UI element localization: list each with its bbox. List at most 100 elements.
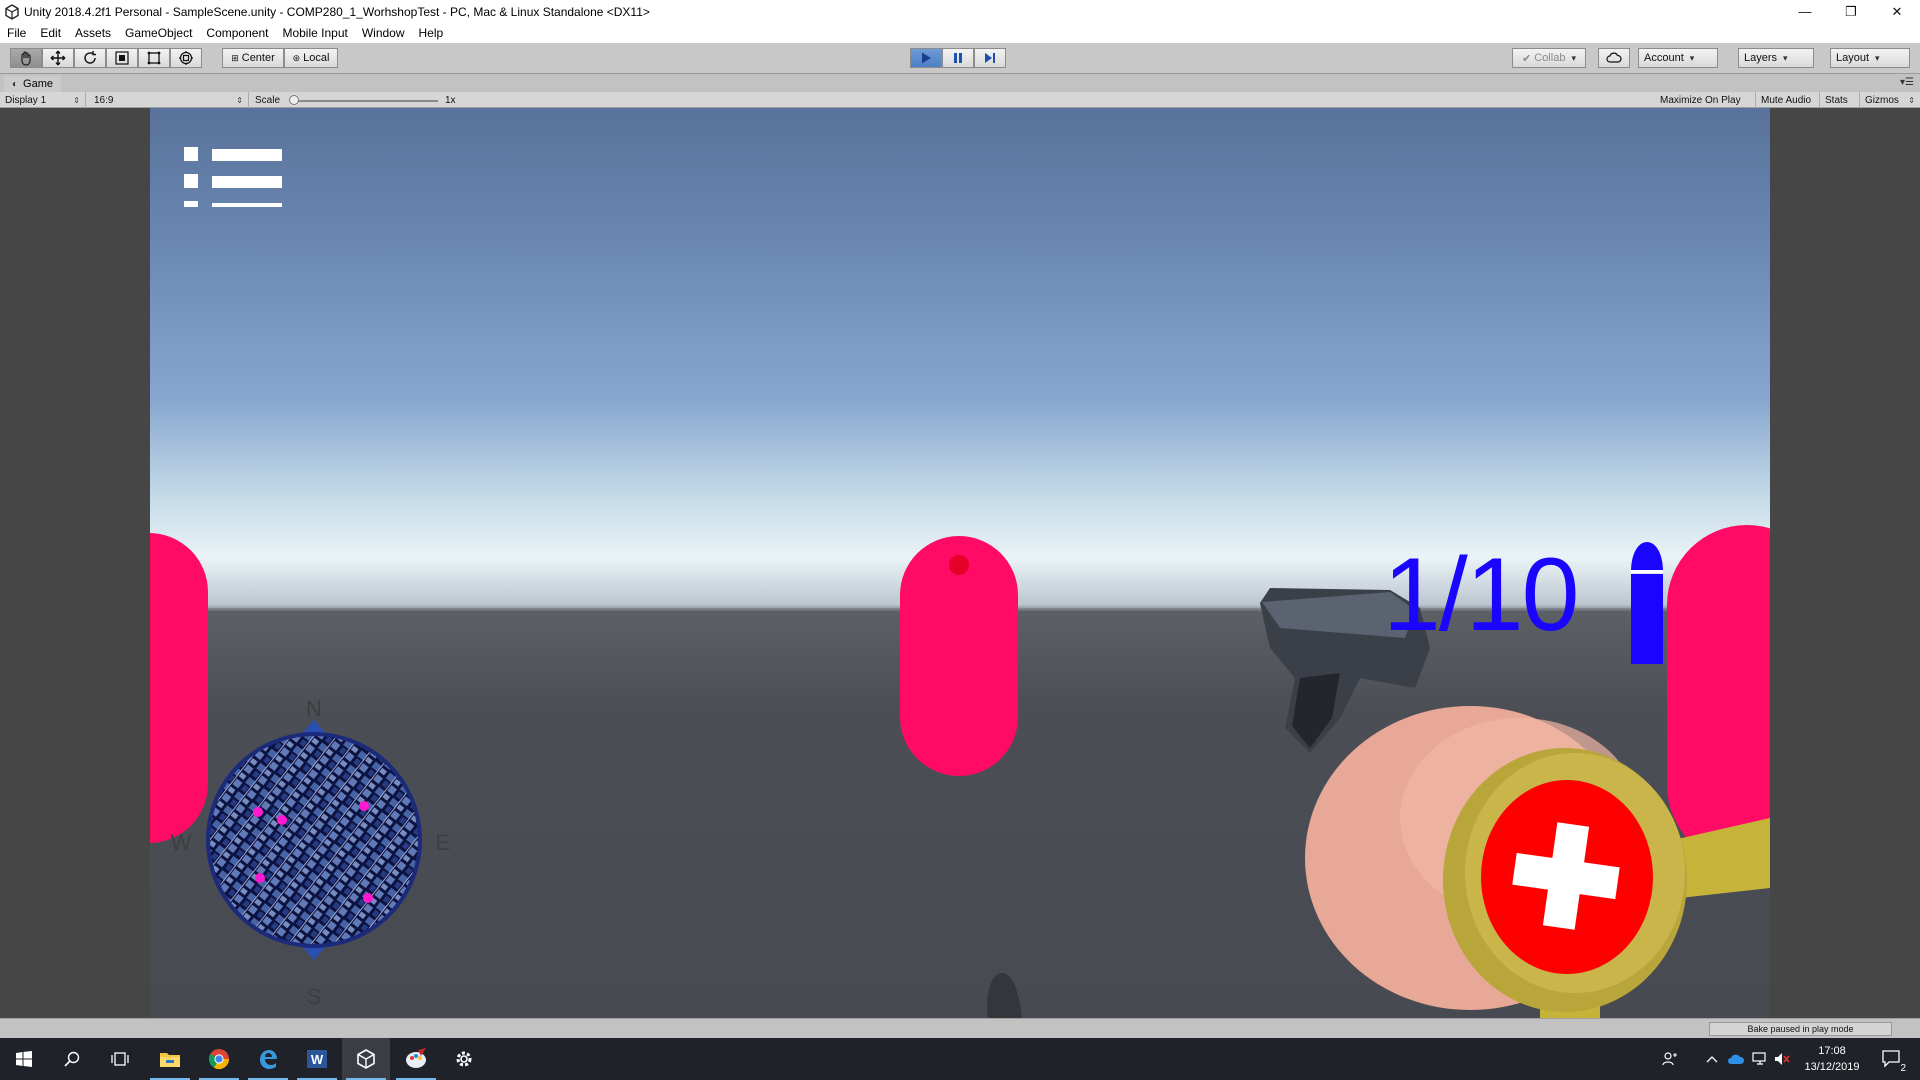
- minimize-button[interactable]: —: [1782, 0, 1828, 23]
- start-button[interactable]: [0, 1038, 48, 1080]
- status-bar: Bake paused in play mode: [0, 1018, 1920, 1038]
- menu-component[interactable]: Component: [199, 26, 275, 40]
- folder-icon: [160, 1053, 180, 1067]
- pause-menu-icon[interactable]: [184, 147, 284, 207]
- scale-text: Scale: [255, 94, 281, 106]
- action-center-button[interactable]: 2: [1872, 1038, 1912, 1080]
- volume-button[interactable]: [1772, 1038, 1792, 1080]
- game-tab-bar: ◐ Game ▾☰: [0, 75, 1920, 92]
- rotate-tool-button[interactable]: [74, 48, 106, 68]
- layers-label: Layers: [1744, 52, 1778, 64]
- gizmos-dropdown[interactable]: Gizmos: [1860, 92, 1920, 108]
- restore-button[interactable]: ❐: [1828, 0, 1874, 23]
- unity-logo-icon: [5, 3, 19, 20]
- menu-help[interactable]: Help: [412, 26, 451, 40]
- collab-check-icon: ✔: [1522, 52, 1532, 65]
- compass-east-label: E: [435, 830, 450, 855]
- word-icon: W: [307, 1050, 327, 1068]
- word-taskbar[interactable]: W: [293, 1038, 341, 1080]
- game-view[interactable]: N S W E 1/10: [150, 108, 1770, 1018]
- hand-tool-button[interactable]: [10, 48, 42, 68]
- playback-controls: [910, 48, 1006, 68]
- account-label: Account: [1644, 52, 1684, 64]
- clock-date: 13/12/2019: [1804, 1061, 1860, 1073]
- edge-icon: [260, 1050, 277, 1069]
- menu-bar: File Edit Assets GameObject Component Mo…: [0, 23, 1920, 43]
- layout-label: Layout: [1836, 52, 1870, 64]
- people-button[interactable]: [1652, 1038, 1688, 1080]
- cloud-group: [1598, 48, 1630, 68]
- onedrive-button[interactable]: [1724, 1038, 1748, 1080]
- window-title: Unity 2018.4.2f1 Personal - SampleScene.…: [24, 4, 650, 19]
- pivot-local-button[interactable]: ⊛ Local: [284, 48, 338, 68]
- play-button[interactable]: [910, 48, 942, 68]
- mute-audio-label: Mute Audio: [1761, 94, 1812, 106]
- stats-label: Stats: [1825, 94, 1848, 106]
- svg-text:W: W: [311, 1052, 324, 1067]
- ammo-counter: 1/10: [1383, 537, 1579, 653]
- game-tab[interactable]: ◐ Game: [4, 76, 62, 92]
- compass-south-label: S: [307, 984, 322, 1008]
- cloud-button[interactable]: [1598, 48, 1630, 68]
- bullet-icon: [1631, 542, 1663, 664]
- display-dropdown[interactable]: Display 1: [0, 92, 86, 108]
- rect-tool-button[interactable]: [138, 48, 170, 68]
- edge-taskbar[interactable]: [244, 1038, 292, 1080]
- move-tool-button[interactable]: [42, 48, 74, 68]
- compass-north-label: N: [306, 698, 322, 721]
- step-button[interactable]: [974, 48, 1006, 68]
- tray-expand-button[interactable]: [1700, 1038, 1724, 1080]
- search-icon: [64, 1051, 80, 1067]
- pivot-center-button[interactable]: ⊞ Center: [222, 48, 284, 68]
- search-button[interactable]: [48, 1038, 96, 1080]
- chrome-icon: [208, 1049, 230, 1070]
- pause-button[interactable]: [942, 48, 974, 68]
- menu-edit[interactable]: Edit: [33, 26, 68, 40]
- unity-taskbar[interactable]: [342, 1038, 390, 1080]
- scale-value: 1x: [440, 92, 480, 108]
- layers-group: Layers: [1738, 48, 1814, 68]
- menu-mobile-input[interactable]: Mobile Input: [275, 26, 354, 40]
- paint-icon: [406, 1048, 426, 1068]
- globe-icon: ⊛: [292, 52, 301, 63]
- crosshair-dot: [949, 555, 969, 575]
- settings-taskbar[interactable]: [440, 1038, 488, 1080]
- menu-gameobject[interactable]: GameObject: [118, 26, 199, 40]
- game-view-controls: Display 1 16:9 Scale 1x Maximize On Play…: [0, 92, 1920, 108]
- minimap-enemy-marker: [359, 801, 369, 811]
- layers-dropdown[interactable]: Layers: [1738, 48, 1814, 68]
- onedrive-icon: [1728, 1054, 1745, 1064]
- account-dropdown[interactable]: Account: [1638, 48, 1718, 68]
- scale-tool-button[interactable]: [106, 48, 138, 68]
- task-view-button[interactable]: [96, 1038, 144, 1080]
- mute-audio-toggle[interactable]: Mute Audio: [1756, 92, 1820, 108]
- taskbar-clock[interactable]: 17:08 13/12/2019: [1790, 1043, 1874, 1075]
- stats-toggle[interactable]: Stats: [1820, 92, 1860, 108]
- menu-window[interactable]: Window: [355, 26, 412, 40]
- chevron-up-icon: [1706, 1056, 1718, 1063]
- menu-file[interactable]: File: [0, 26, 33, 40]
- transform-tool-button[interactable]: [170, 48, 202, 68]
- pivot-icon: ⊞: [231, 52, 239, 63]
- network-icon: [1752, 1052, 1766, 1065]
- collab-dropdown[interactable]: ✔ Collab: [1512, 48, 1586, 68]
- scale-slider-track[interactable]: [292, 100, 438, 102]
- paint-taskbar[interactable]: [392, 1038, 440, 1080]
- close-button[interactable]: ✕: [1874, 0, 1920, 23]
- collab-label: Collab: [1534, 52, 1566, 64]
- layout-dropdown[interactable]: Layout: [1830, 48, 1910, 68]
- menu-assets[interactable]: Assets: [68, 26, 118, 40]
- scale-value-text: 1x: [445, 94, 456, 106]
- clock-time: 17:08: [1818, 1045, 1846, 1057]
- file-explorer-taskbar[interactable]: [146, 1038, 194, 1080]
- scale-slider-thumb[interactable]: [289, 95, 299, 105]
- network-button[interactable]: [1748, 1038, 1772, 1080]
- pivot-group: ⊞ Center ⊛ Local: [222, 48, 338, 68]
- cloud-icon: [1606, 52, 1622, 63]
- hand-icon: [21, 51, 31, 66]
- chrome-taskbar[interactable]: [195, 1038, 243, 1080]
- display-label: Display 1: [5, 94, 47, 106]
- aspect-dropdown[interactable]: 16:9: [89, 92, 249, 108]
- maximize-on-play-toggle[interactable]: Maximize On Play: [1655, 92, 1756, 108]
- tab-menu-icon[interactable]: ▾☰: [1900, 77, 1914, 88]
